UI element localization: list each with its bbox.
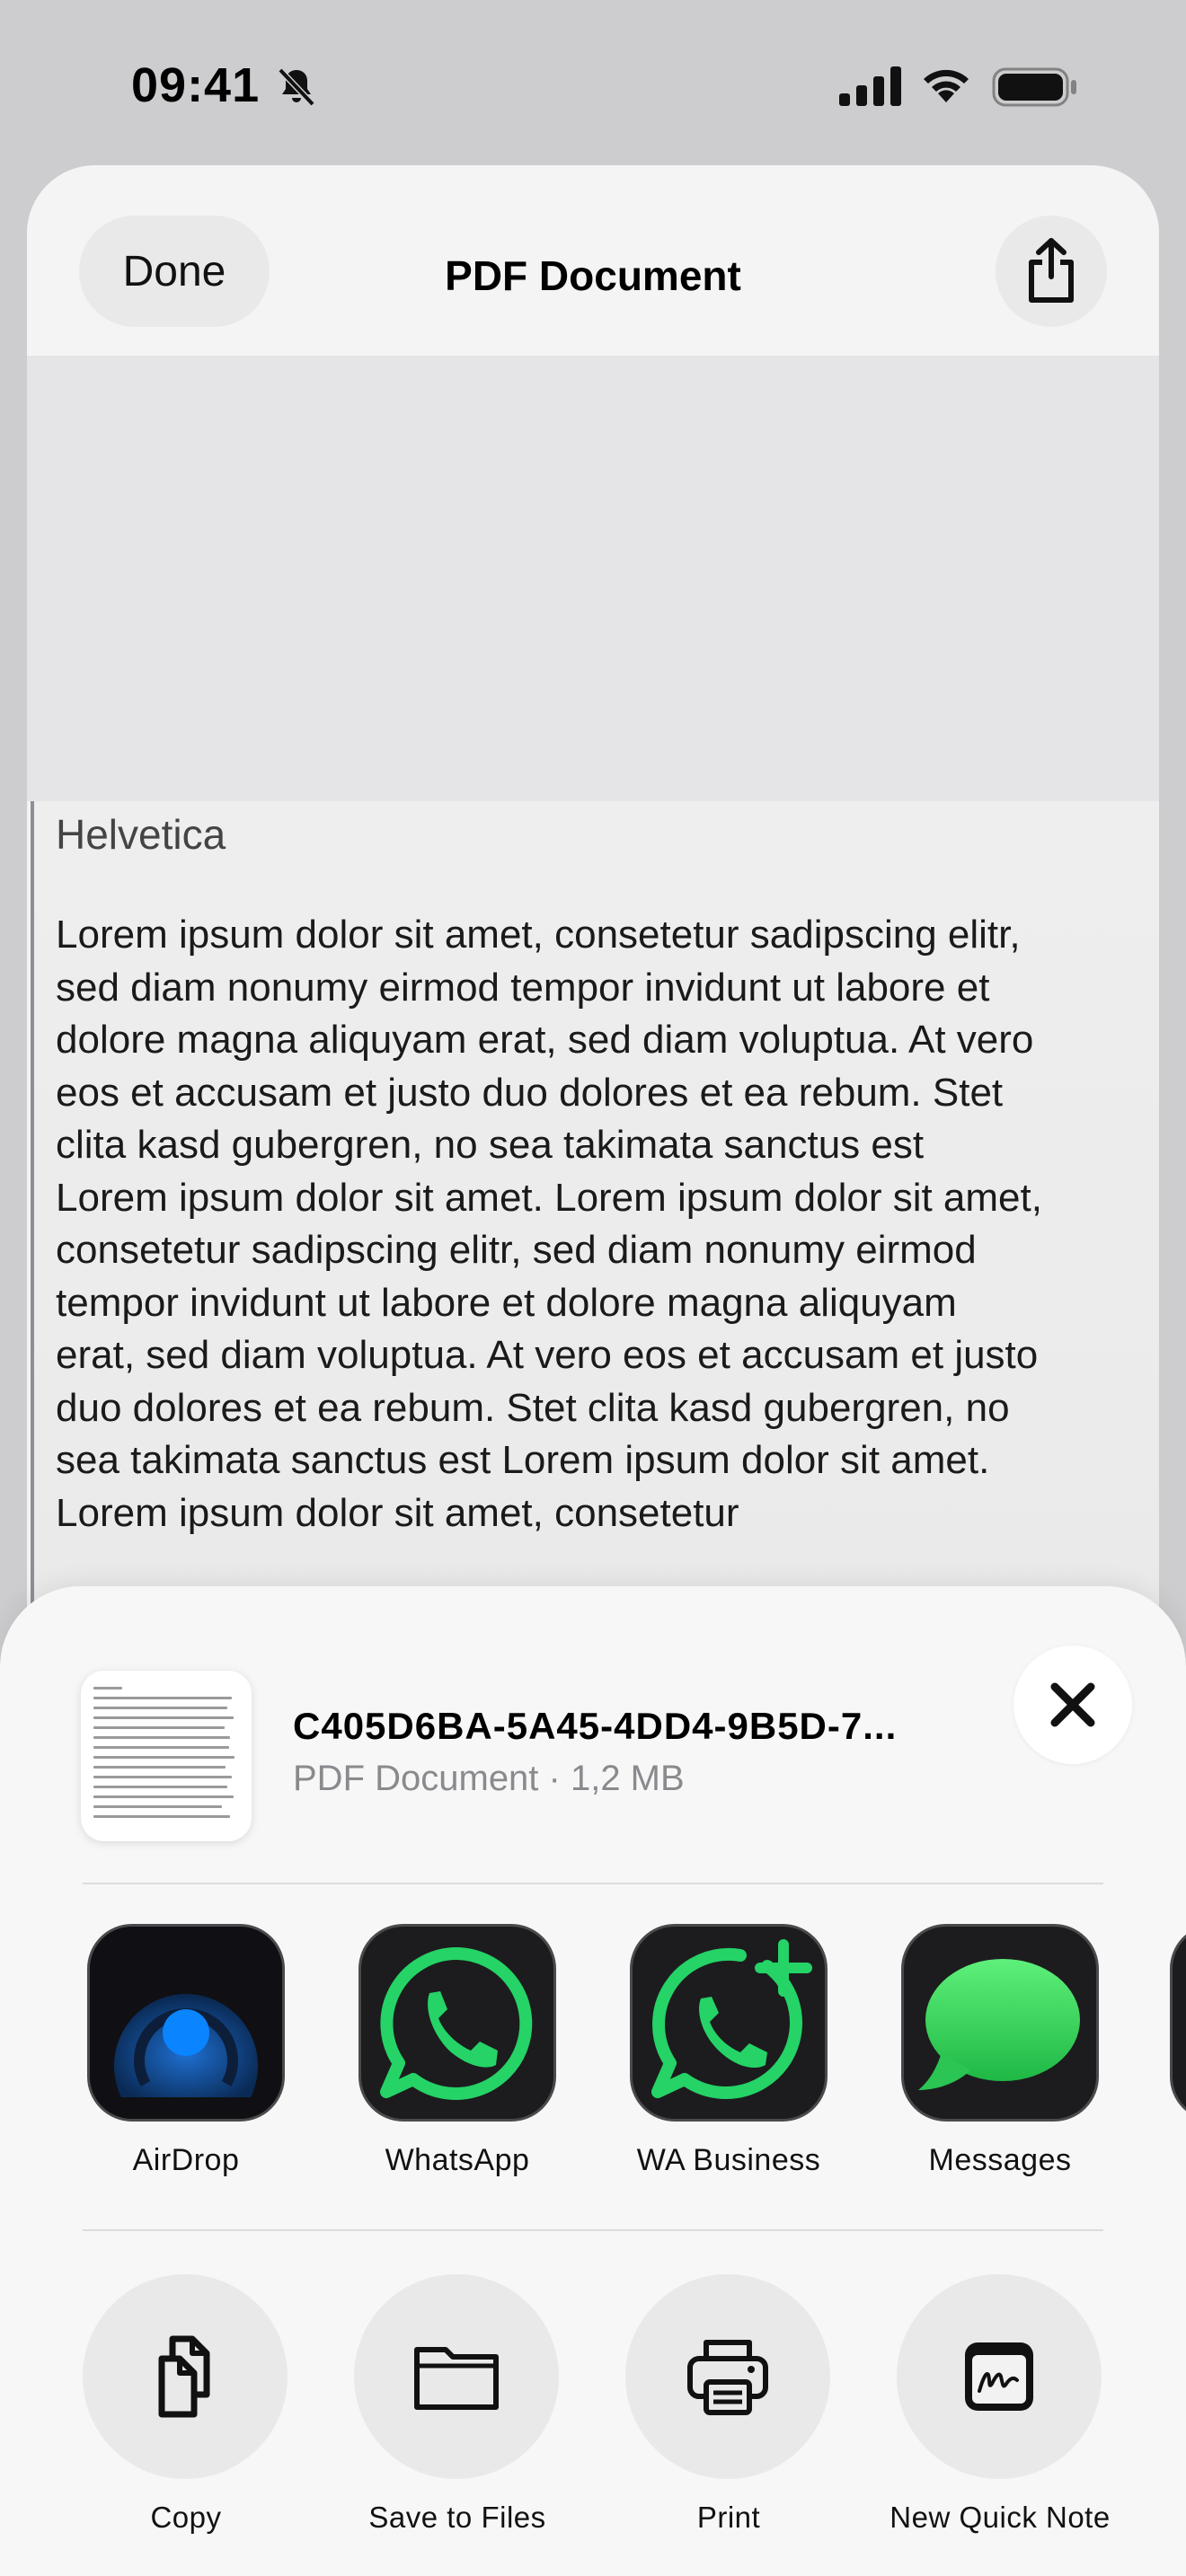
close-icon: [1050, 1682, 1095, 1727]
file-thumbnail: [81, 1671, 252, 1841]
quick-note-icon: [965, 2342, 1033, 2411]
close-button[interactable]: [1013, 1645, 1132, 1764]
action-print[interactable]: Print: [625, 2274, 832, 2576]
divider: [83, 1883, 1103, 1884]
action-label: New Quick Note: [890, 2501, 1111, 2534]
action-label: Copy: [150, 2501, 222, 2534]
folder-icon: [414, 2347, 499, 2410]
app-whatsapp-business[interactable]: WA Business: [625, 1924, 832, 2193]
action-label: Save to Files: [368, 2501, 546, 2534]
action-save-to-files[interactable]: Save to Files: [354, 2274, 561, 2576]
airdrop-icon: [90, 1927, 282, 2119]
divider: [83, 2229, 1103, 2231]
share-button[interactable]: [996, 216, 1107, 327]
app-messages[interactable]: Messages: [897, 1924, 1103, 2193]
file-meta: PDF Document · 1,2 MB: [293, 1759, 685, 1798]
action-label: Print: [696, 2501, 761, 2534]
copy-icon: [158, 2335, 210, 2418]
whatsapp-icon: [380, 1946, 533, 2100]
action-copy[interactable]: Copy: [83, 2274, 289, 2576]
wifi-icon: [924, 69, 969, 102]
document-nav-bar: Done PDF Document: [27, 165, 1159, 356]
app-airdrop[interactable]: AirDrop: [83, 1924, 289, 2193]
share-icon: [1029, 238, 1074, 303]
app-label: AirDrop: [132, 2143, 240, 2177]
messages-icon: [918, 1959, 1080, 2090]
page-body-text: Lorem ipsum dolor sit amet, consetetur s…: [56, 913, 1042, 1535]
whatsapp-business-icon: [651, 1939, 812, 2099]
printer-icon: [687, 2340, 768, 2415]
document-title: PDF Document: [445, 252, 741, 299]
app-whatsapp[interactable]: WhatsApp: [354, 1924, 561, 2193]
cellular-signal-icon: [839, 66, 901, 106]
page-heading: Helvetica: [56, 811, 226, 858]
app-row: AirDrop WhatsApp WA Business Messages: [0, 1924, 1186, 2193]
file-name: C405D6BA-5A45-4DD4-9B5D-7...: [293, 1705, 898, 1747]
action-row: Copy Save to Files Print New Quick Note: [0, 2274, 1186, 2576]
share-sheet: C405D6BA-5A45-4DD4-9B5D-7... PDF Documen…: [0, 1586, 1186, 2576]
status-time: 09:41: [131, 58, 261, 112]
app-label: WhatsApp: [385, 2143, 530, 2177]
app-more-peek[interactable]: [1170, 1924, 1186, 2122]
app-label: WA Business: [636, 2143, 821, 2177]
document-background: [27, 356, 1159, 801]
bell-slash-icon: [278, 67, 315, 107]
battery-icon: [992, 67, 1076, 107]
app-label: Messages: [928, 2143, 1072, 2177]
action-new-quick-note[interactable]: New Quick Note: [890, 2274, 1110, 2576]
status-bar: 09:41: [0, 0, 1186, 171]
